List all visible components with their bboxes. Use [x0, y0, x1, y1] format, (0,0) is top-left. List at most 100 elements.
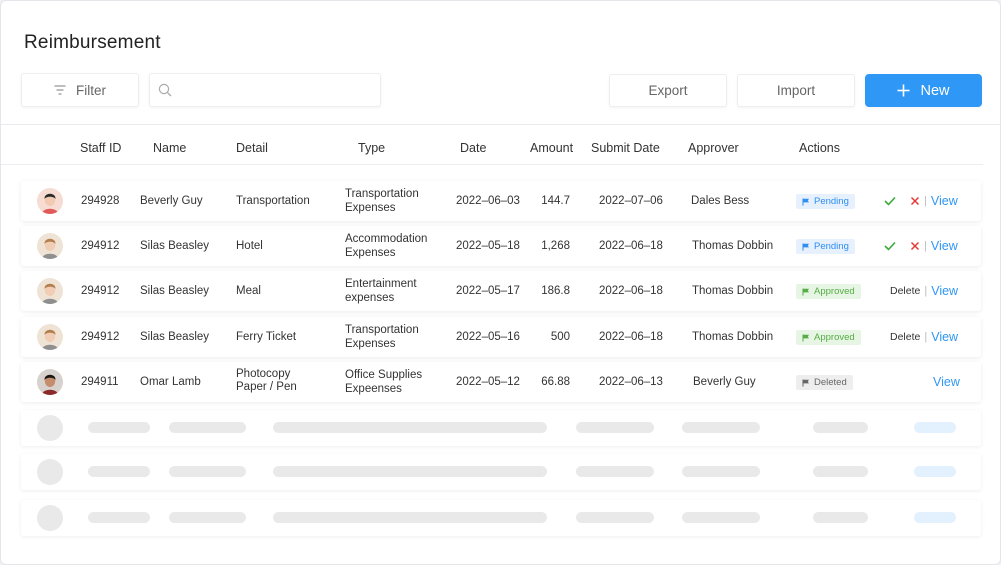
avatar: [37, 188, 63, 214]
column-header[interactable]: Submit Date: [591, 141, 660, 155]
amount-cell: 1,268: [541, 240, 570, 252]
new-label: New: [920, 82, 950, 99]
row-actions: Delete | View: [890, 271, 958, 311]
filter-button[interactable]: Filter: [21, 73, 139, 107]
staff-id-cell: 294912: [81, 331, 120, 343]
detail-cell: Transportation: [236, 181, 346, 221]
type-line: Expenses: [345, 202, 396, 214]
view-link[interactable]: View: [931, 194, 958, 208]
approve-icon[interactable]: [884, 196, 896, 206]
column-header[interactable]: Name: [153, 141, 186, 155]
action-separator: |: [924, 285, 928, 297]
column-header[interactable]: Staff ID: [80, 141, 121, 155]
status-badge: Deleted: [796, 375, 853, 390]
row-actions: Delete | View: [890, 317, 958, 357]
type-line: Expeenses: [345, 383, 402, 395]
detail-line: Meal: [236, 285, 261, 297]
action-separator: |: [924, 195, 927, 207]
reject-icon[interactable]: [910, 196, 920, 206]
status-label: Pending: [814, 196, 849, 207]
name-cell: Beverly Guy: [140, 195, 203, 207]
delete-link[interactable]: Delete: [890, 285, 920, 297]
approve-icon[interactable]: [884, 241, 896, 251]
flag-icon: [802, 243, 809, 250]
type-line: Expenses: [345, 338, 396, 350]
date-cell: 2022–05–18: [456, 240, 520, 252]
column-header[interactable]: Approver: [688, 141, 739, 155]
delete-link[interactable]: Delete: [890, 331, 920, 343]
row-actions: | View: [884, 226, 958, 266]
type-cell: Transportation Expenses: [345, 181, 455, 221]
date-cell: 2022–05–16: [456, 331, 520, 343]
type-cell: Accommodation Expenses: [345, 226, 455, 266]
page-title: Reimbursement: [24, 32, 161, 53]
name-cell: Silas Beasley: [140, 331, 210, 343]
status-label: Deleted: [814, 377, 847, 388]
approver-cell: Dales Bess: [691, 195, 750, 207]
column-header[interactable]: Amount: [530, 141, 573, 155]
submit-date-cell: 2022–06–13: [599, 376, 663, 388]
new-button[interactable]: New: [865, 74, 982, 107]
avatar: [37, 369, 63, 395]
type-line: expenses: [345, 292, 395, 304]
submit-date-cell: 2022–06–18: [599, 240, 663, 252]
type-line: Office Supplies: [345, 369, 423, 381]
view-link[interactable]: View: [933, 375, 960, 389]
view-link[interactable]: View: [931, 239, 958, 253]
skeleton-row: [21, 410, 981, 446]
table-row[interactable]: 294912 Silas Beasley Meal Entertainment expe…: [21, 271, 981, 311]
submit-date-cell: 2022–06–18: [599, 331, 663, 343]
table-row[interactable]: 294912 Silas Beasley Ferry Ticket Transport…: [21, 317, 981, 357]
status-badge: Approved: [796, 330, 861, 345]
row-actions: | View: [884, 181, 958, 221]
filter-label: Filter: [76, 82, 106, 98]
amount-cell: 66.88: [541, 376, 570, 388]
detail-line: Photocopy: [236, 368, 291, 380]
type-cell: Transportation Expenses: [345, 317, 455, 357]
detail-cell: Photocopy Paper / Pen: [236, 362, 346, 402]
staff-id-cell: 294912: [81, 285, 120, 297]
filter-icon: [54, 85, 66, 95]
type-line: Transportation: [345, 188, 419, 200]
flag-icon: [802, 198, 809, 205]
status-badge: Pending: [796, 239, 855, 254]
export-button[interactable]: Export: [609, 74, 727, 107]
type-line: Expenses: [345, 247, 396, 259]
column-header[interactable]: Date: [460, 141, 486, 155]
approver-cell: Thomas Dobbin: [692, 285, 774, 297]
column-header[interactable]: Type: [358, 141, 385, 155]
column-header[interactable]: Detail: [236, 141, 268, 155]
table-row[interactable]: 294928 Beverly Guy Transportation Transport…: [21, 181, 981, 221]
amount-cell: 500: [550, 331, 570, 343]
staff-id-cell: 294928: [81, 195, 120, 207]
view-link[interactable]: View: [931, 330, 958, 344]
detail-cell: Ferry Ticket: [236, 317, 346, 357]
status-badge: Pending: [796, 194, 855, 209]
flag-icon: [802, 288, 809, 295]
action-separator: |: [924, 331, 928, 343]
search-input[interactable]: [178, 76, 380, 104]
view-link[interactable]: View: [931, 284, 958, 298]
amount-cell: 144.7: [541, 195, 570, 207]
table-row[interactable]: 294911 Omar Lamb Photocopy Paper / Pen Offic…: [21, 362, 981, 402]
detail-line: Ferry Ticket: [236, 331, 297, 343]
date-cell: 2022–06–03: [456, 195, 520, 207]
avatar: [37, 324, 63, 350]
approver-cell: Thomas Dobbin: [692, 331, 774, 343]
search-box[interactable]: [149, 73, 381, 107]
avatar: [37, 278, 63, 304]
detail-cell: Hotel: [236, 226, 346, 266]
skeleton-row: [21, 500, 981, 536]
status-label: Approved: [814, 332, 855, 343]
submit-date-cell: 2022–07–06: [599, 195, 663, 207]
type-cell: Entertainment expenses: [345, 271, 455, 311]
table-row[interactable]: 294912 Silas Beasley Hotel Accommodation Exp…: [21, 226, 981, 266]
detail-cell: Meal: [236, 271, 346, 311]
reimbursement-card: Reimbursement Filter Export Import New S…: [0, 0, 1001, 565]
import-button[interactable]: Import: [737, 74, 855, 107]
reject-icon[interactable]: [910, 241, 920, 251]
staff-id-cell: 294911: [81, 376, 119, 388]
avatar: [37, 233, 63, 259]
flag-icon: [802, 334, 809, 341]
name-cell: Omar Lamb: [140, 376, 201, 388]
